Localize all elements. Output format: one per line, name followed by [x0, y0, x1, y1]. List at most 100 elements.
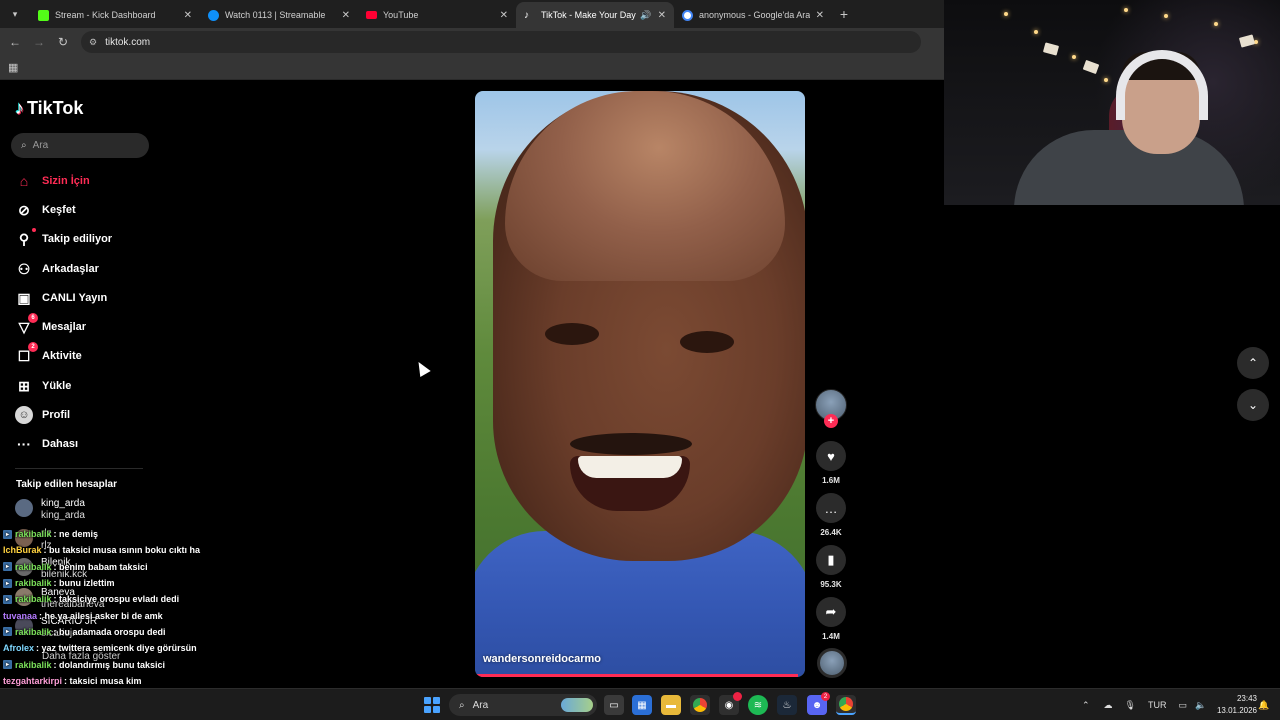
tab-search-menu[interactable]: ▾ [4, 3, 26, 25]
compass-icon: ⊘ [18, 201, 30, 218]
search-input[interactable]: ⌕ Ara [11, 133, 149, 158]
music-disc-avatar[interactable] [817, 648, 847, 678]
comment-button[interactable]: … 26.4K [816, 493, 846, 537]
discord-icon[interactable]: ☻ 2 [807, 692, 830, 715]
nav-explore[interactable]: ⊘ Keşfet [15, 201, 76, 219]
chat-username[interactable]: rakibalik [15, 529, 52, 539]
chat-badge-icon: ▸ [3, 562, 12, 572]
nav-more[interactable]: ··· Dahası [15, 435, 78, 453]
google-favicon-icon [682, 9, 693, 21]
steam-icon[interactable]: ♨ [777, 695, 797, 715]
microphone-icon[interactable]: 🎙 [1125, 700, 1136, 711]
chrome-active-icon[interactable] [836, 695, 856, 715]
url-bar[interactable]: ⚙ tiktok.com [81, 31, 921, 53]
nav-activity[interactable]: ☐ 2 Aktivite [15, 342, 82, 365]
windows-start-icon[interactable] [424, 697, 440, 713]
activity-badge: 2 [28, 342, 38, 352]
nav-label: Profil [42, 409, 71, 421]
chat-username[interactable]: rakibalik [15, 594, 52, 604]
forward-arrow-icon[interactable]: → [27, 30, 51, 54]
url-text: tiktok.com [105, 36, 151, 48]
chat-message: ▸ rakibalik: ne demiş [3, 526, 303, 542]
tray-chevron-up-icon[interactable]: ⌃ [1082, 700, 1090, 711]
kick-favicon-icon [38, 9, 49, 21]
chat-username[interactable]: rakibalik [15, 660, 52, 670]
nav-profile[interactable]: ☺ Profil [15, 406, 70, 424]
follow-plus-icon[interactable]: + [824, 414, 838, 428]
discord-badge: 2 [821, 692, 830, 701]
close-icon[interactable]: ✕ [342, 10, 350, 21]
apps-grid-icon[interactable]: ▦ [8, 61, 18, 74]
more-icon: ··· [17, 436, 31, 452]
video-progress-bar[interactable] [475, 674, 799, 677]
chat-username[interactable]: IchBurak [3, 545, 42, 555]
search-highlight-image [561, 698, 593, 712]
following-account[interactable]: king_arda king_arda [15, 498, 85, 522]
chat-badge-icon: ▸ [3, 627, 12, 637]
chat-username[interactable]: tezgahtarkirpi [3, 676, 62, 686]
nav-messages[interactable]: ▽ 6 Mesajlar [15, 313, 86, 336]
nav-label: Arkadaşlar [42, 263, 99, 275]
video-teeth [578, 456, 682, 478]
chat-username[interactable]: Afrolex [3, 643, 34, 653]
reload-icon[interactable]: ↻ [51, 30, 75, 54]
save-button[interactable]: ▮ 95.3K [816, 545, 846, 589]
tab-title: Watch 0113 | Streamable [225, 10, 326, 20]
tab-streamable[interactable]: Watch 0113 | Streamable ✕ [200, 2, 358, 28]
chat-message: ▸ rakibalik: bu adamada orospu dedi [3, 624, 303, 640]
chat-username[interactable]: tuvanaa [3, 611, 37, 621]
bookmarks-bar: ▦ [0, 56, 944, 80]
nav-for-you[interactable]: ⌂ Sizin İçin [15, 172, 90, 190]
nav-label: Dahası [42, 438, 79, 450]
nav-following[interactable]: ⚲ Takip ediliyor [15, 228, 112, 248]
like-button[interactable]: ♥ 1.6M [816, 441, 846, 485]
chrome-icon[interactable] [690, 695, 710, 715]
video-author[interactable]: wandersonreidocarmo [483, 653, 601, 665]
notification-bell-icon[interactable]: 🔔 [1258, 689, 1269, 720]
store-icon[interactable]: ▦ [632, 695, 652, 715]
close-icon[interactable]: ✕ [184, 10, 192, 21]
nav-upload[interactable]: ⊞ Yükle [15, 377, 71, 395]
spotify-icon[interactable]: ≋ [748, 695, 768, 715]
tab-google[interactable]: anonymous - Google'da Ara ✕ [674, 2, 832, 28]
chat-message: ▸ rakibalik: dolandırmış bunu taksici [3, 656, 303, 672]
comment-icon: … [816, 493, 846, 523]
close-icon[interactable]: ✕ [500, 10, 508, 21]
cloud-icon[interactable]: ☁ [1104, 700, 1113, 711]
home-icon: ⌂ [19, 173, 29, 189]
previous-video-button[interactable]: ⌃ [1237, 347, 1269, 379]
chat-message: ▸ rakibalik: taksiciye orospu evladı dedi [3, 591, 303, 607]
task-view-icon[interactable]: ▭ [604, 695, 624, 715]
back-arrow-icon[interactable]: ← [3, 30, 27, 54]
tab-tiktok[interactable]: ♪ TikTok - Make Your Day 🔊 ✕ [516, 2, 674, 28]
notification-dot [733, 692, 742, 701]
clock-time: 23:43 [1236, 694, 1257, 703]
video-player[interactable]: wandersonreidocarmo [475, 91, 805, 677]
video-mustache [570, 433, 692, 455]
new-tab-button[interactable]: + [832, 2, 856, 26]
language-indicator[interactable]: TUR [1148, 700, 1167, 710]
nav-live[interactable]: ▣ CANLI Yayın [15, 289, 107, 307]
close-icon[interactable]: ✕ [658, 10, 666, 21]
tab-kick[interactable]: Stream - Kick Dashboard ✕ [30, 2, 200, 28]
chat-username[interactable]: rakibalik [15, 578, 52, 588]
tiktok-logo[interactable]: ♪ TikTok [15, 98, 83, 119]
next-video-button[interactable]: ⌄ [1237, 389, 1269, 421]
taskbar-clock[interactable]: 23:43 13.01.2026 [1205, 693, 1257, 717]
site-info-icon[interactable]: ⚙ [89, 37, 97, 48]
chat-text: ne demiş [59, 529, 99, 540]
close-icon[interactable]: ✕ [816, 10, 824, 21]
file-explorer-icon[interactable]: ▬ [661, 695, 681, 715]
network-icon[interactable]: ▭ [1178, 700, 1187, 711]
speaker-icon[interactable]: 🔊 [640, 10, 651, 21]
taskbar-search[interactable]: ⌕ Ara [449, 694, 597, 716]
chevron-up-icon: ⌃ [1247, 356, 1259, 370]
clock-date: 13.01.2026 [1216, 706, 1257, 715]
chat-username[interactable]: rakibalik [15, 562, 52, 572]
obs-icon[interactable]: ◉ [719, 692, 742, 715]
share-button[interactable]: ➦ 1.4M [816, 597, 846, 641]
tab-youtube[interactable]: YouTube ✕ [358, 2, 516, 28]
taskbar-search-placeholder: Ara [472, 699, 489, 711]
chat-username[interactable]: rakibalik [15, 627, 52, 637]
nav-friends[interactable]: ⚇ Arkadaşlar [15, 260, 99, 278]
